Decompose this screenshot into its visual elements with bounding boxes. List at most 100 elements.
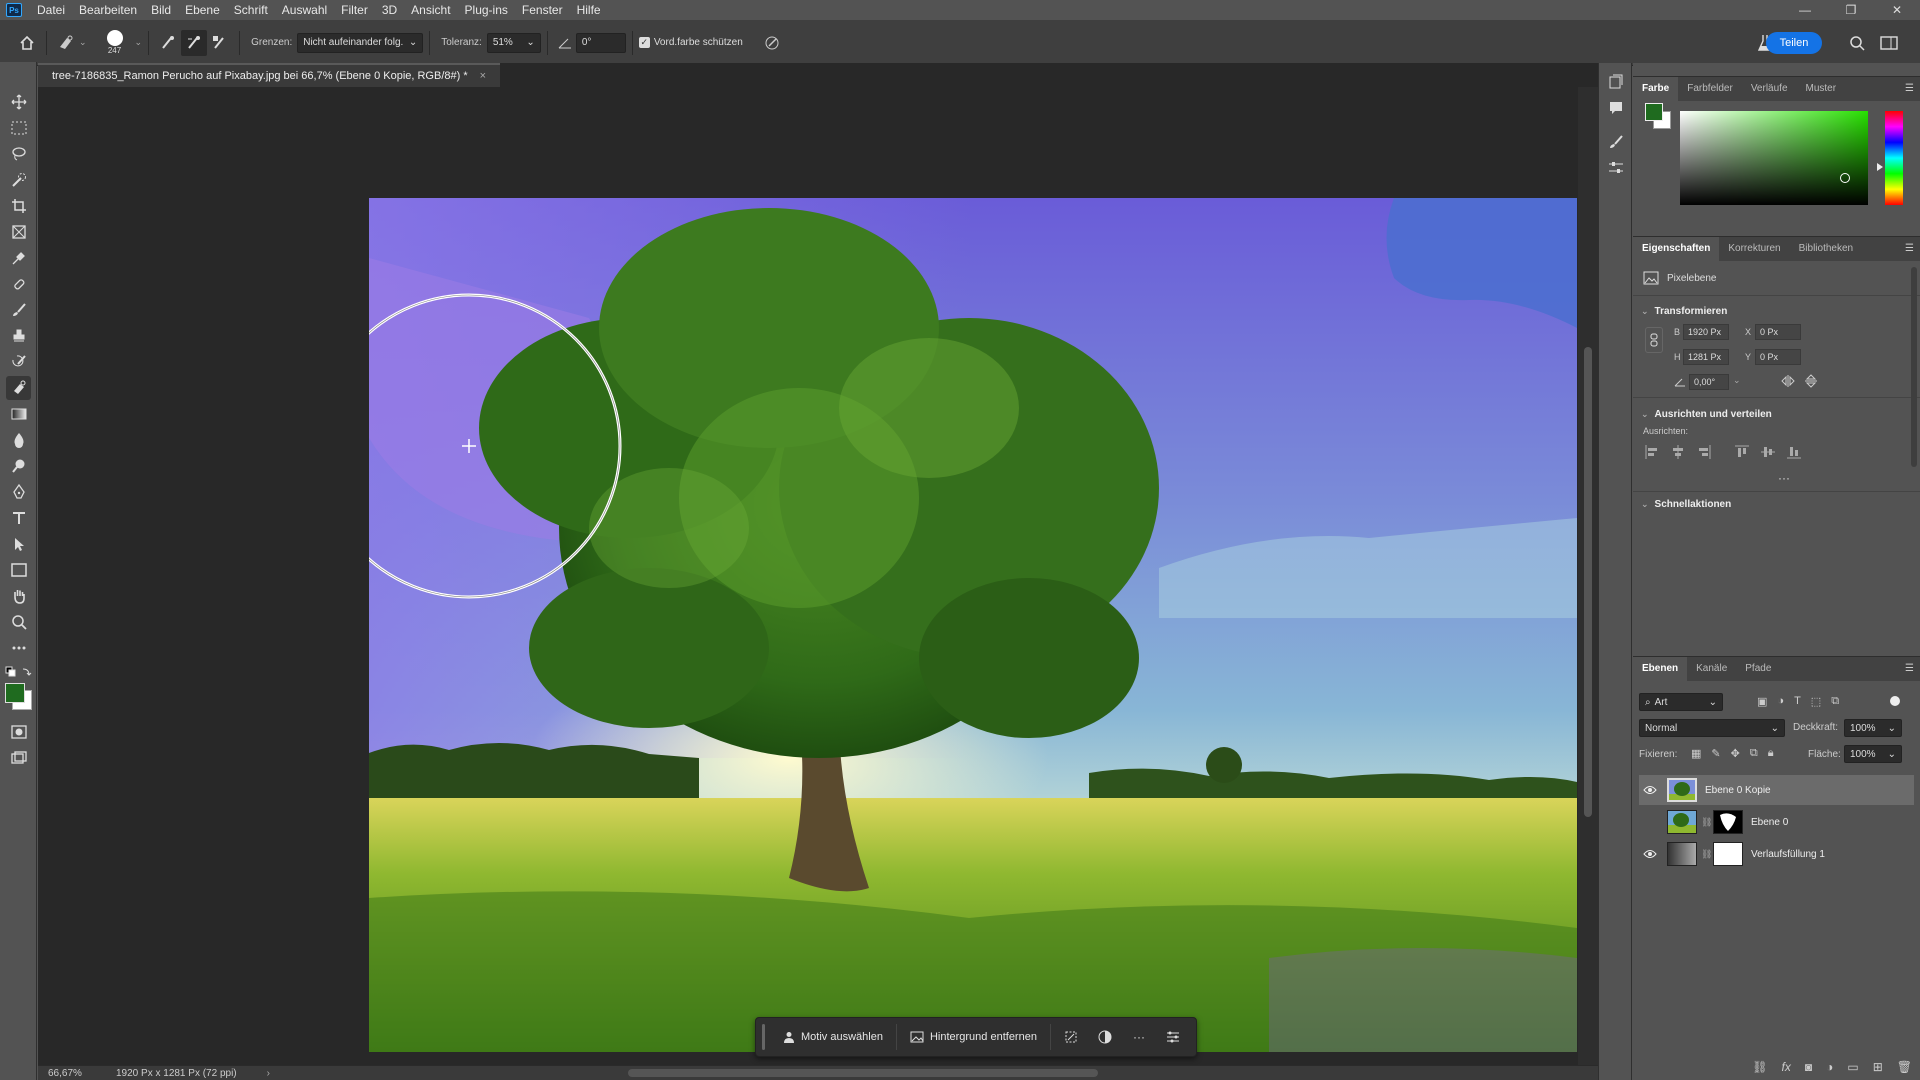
- frame-tool-icon[interactable]: [6, 220, 31, 244]
- flip-vertical-icon[interactable]: [1805, 374, 1817, 388]
- hand-tool-icon[interactable]: [6, 584, 31, 608]
- close-window-button[interactable]: ✕: [1874, 0, 1920, 20]
- rectangle-tool-icon[interactable]: [6, 558, 31, 582]
- menu-ansicht[interactable]: Ansicht: [404, 0, 457, 20]
- color-picker-handle[interactable]: [1840, 173, 1850, 183]
- history-icon[interactable]: [1605, 71, 1627, 93]
- foreground-color-swatch[interactable]: [5, 683, 25, 703]
- layer-name[interactable]: Ebene 0: [1751, 817, 1788, 828]
- panel-menu-icon[interactable]: ☰: [1905, 663, 1914, 674]
- hue-slider-handle[interactable]: [1877, 163, 1883, 171]
- tab-pfade[interactable]: Pfade: [1736, 657, 1780, 681]
- menu-bild[interactable]: Bild: [144, 0, 178, 20]
- new-adjustment-layer-icon[interactable]: ◑: [1826, 1060, 1833, 1074]
- layer-mask-thumbnail[interactable]: [1713, 810, 1743, 834]
- vertical-scrollbar[interactable]: [1578, 87, 1598, 1068]
- marquee-tool-icon[interactable]: [6, 116, 31, 140]
- pen-tool-icon[interactable]: [6, 480, 31, 504]
- color-fg-swatch[interactable]: [1645, 103, 1663, 121]
- link-layers-icon[interactable]: ⛓: [1752, 1060, 1767, 1074]
- eye-icon[interactable]: [1639, 849, 1661, 859]
- tab-kanaele[interactable]: Kanäle: [1687, 657, 1736, 681]
- layer-row-ebene-0[interactable]: ⛓ Ebene 0: [1639, 807, 1914, 837]
- tab-korrekturen[interactable]: Korrekturen: [1719, 237, 1789, 261]
- filter-toggle-icon[interactable]: [1890, 696, 1900, 706]
- mask-link-icon[interactable]: ⛓: [1701, 849, 1712, 860]
- document-tab[interactable]: tree-7186835_Ramon Perucho auf Pixabay.j…: [38, 63, 501, 87]
- sampling-continuous-icon[interactable]: [155, 30, 181, 56]
- limits-select[interactable]: Nicht aufeinander folg. ⌄: [297, 32, 424, 53]
- vertical-scroll-thumb[interactable]: [1584, 347, 1592, 817]
- restore-button[interactable]: ❐: [1828, 0, 1874, 20]
- menu-plugins[interactable]: Plug-ins: [458, 0, 515, 20]
- adjustment-icon[interactable]: [1088, 1023, 1122, 1051]
- brush-preset-picker[interactable]: 247: [95, 23, 135, 63]
- chevron-down-icon[interactable]: ⌄: [1733, 375, 1741, 386]
- add-mask-icon[interactable]: ◙: [1805, 1060, 1812, 1074]
- crop-tool-icon[interactable]: [6, 194, 31, 218]
- transform-icon[interactable]: [1054, 1023, 1088, 1051]
- healing-brush-tool-icon[interactable]: [6, 272, 31, 296]
- blur-tool-icon[interactable]: [6, 428, 31, 452]
- lasso-tool-icon[interactable]: [6, 142, 31, 166]
- tab-farbe[interactable]: Farbe: [1633, 77, 1679, 101]
- opacity-field[interactable]: 100% ⌄: [1844, 719, 1902, 737]
- properties-scrollbar[interactable]: [1911, 267, 1917, 467]
- lock-transparency-icon[interactable]: ▦: [1691, 747, 1701, 760]
- layer-mask-thumbnail[interactable]: [1713, 842, 1743, 866]
- tab-muster[interactable]: Muster: [1797, 77, 1846, 101]
- filter-smart-object-icon[interactable]: ⧉: [1831, 695, 1839, 708]
- minimize-button[interactable]: —: [1782, 0, 1828, 20]
- tolerance-field[interactable]: 51% ⌄: [486, 32, 541, 53]
- new-group-icon[interactable]: ▭: [1847, 1060, 1858, 1074]
- image-canvas[interactable]: [369, 198, 1577, 1052]
- type-tool-icon[interactable]: [6, 506, 31, 530]
- lock-pixels-icon[interactable]: ✎: [1711, 747, 1720, 760]
- home-icon[interactable]: [14, 30, 40, 56]
- path-selection-tool-icon[interactable]: [6, 532, 31, 556]
- background-eraser-tool-icon[interactable]: [53, 30, 79, 56]
- gradient-tool-icon[interactable]: [6, 402, 31, 426]
- tab-bibliotheken[interactable]: Bibliotheken: [1790, 237, 1862, 261]
- menu-auswahl[interactable]: Auswahl: [275, 0, 334, 20]
- dodge-tool-icon[interactable]: [6, 454, 31, 478]
- x-field[interactable]: 0 Px: [1755, 324, 1801, 340]
- lock-position-icon[interactable]: ✥: [1731, 747, 1740, 760]
- new-layer-icon[interactable]: ⊞: [1873, 1060, 1883, 1074]
- workspace-icon[interactable]: [1876, 30, 1902, 56]
- quick-actions-section-header[interactable]: ⌄ Schnellaktionen: [1633, 494, 1731, 514]
- adjustments-icon[interactable]: [1605, 157, 1627, 179]
- eye-icon[interactable]: [1639, 785, 1661, 795]
- delete-layer-icon[interactable]: 🗑︎: [1897, 1060, 1912, 1074]
- search-icon[interactable]: [1844, 30, 1870, 56]
- panel-menu-icon[interactable]: ☰: [1905, 243, 1914, 254]
- layer-name[interactable]: Verlaufsfüllung 1: [1751, 849, 1825, 860]
- link-dimensions-icon[interactable]: [1645, 327, 1663, 353]
- filter-adjustment-icon[interactable]: ◑: [1777, 695, 1784, 708]
- quick-selection-tool-icon[interactable]: [6, 168, 31, 192]
- angle-field[interactable]: 0°: [575, 32, 626, 53]
- background-eraser-tool-icon[interactable]: [6, 376, 31, 400]
- clone-stamp-tool-icon[interactable]: [6, 324, 31, 348]
- menu-schrift[interactable]: Schrift: [227, 0, 275, 20]
- protect-foreground-checkbox[interactable]: ✓ Vord.farbe schützen: [638, 37, 743, 48]
- menu-bearbeiten[interactable]: Bearbeiten: [72, 0, 144, 20]
- transform-section-header[interactable]: ⌄ Transformieren: [1633, 301, 1727, 321]
- brush-settings-icon[interactable]: [1605, 131, 1627, 153]
- share-button[interactable]: Teilen: [1766, 32, 1822, 54]
- fill-field[interactable]: 100% ⌄: [1844, 745, 1902, 763]
- mask-link-icon[interactable]: ⛓: [1701, 817, 1712, 828]
- tab-ebenen[interactable]: Ebenen: [1633, 657, 1688, 681]
- menu-ebene[interactable]: Ebene: [178, 0, 227, 20]
- remove-background-button[interactable]: Hintergrund entfernen: [900, 1023, 1047, 1051]
- height-field[interactable]: 1281 Px: [1683, 349, 1729, 365]
- sampling-once-icon[interactable]: [181, 29, 208, 56]
- width-field[interactable]: 1920 Px: [1683, 324, 1729, 340]
- select-subject-button[interactable]: Motiv auswählen: [773, 1023, 893, 1051]
- quick-mask-icon[interactable]: [6, 720, 31, 744]
- menu-filter[interactable]: Filter: [334, 0, 375, 20]
- history-brush-tool-icon[interactable]: [6, 350, 31, 374]
- layer-row-verlaufsfuellung-1[interactable]: ⛓ Verlaufsfüllung 1: [1639, 839, 1914, 869]
- layer-row-ebene-0-kopie[interactable]: Ebene 0 Kopie: [1639, 775, 1914, 805]
- menu-datei[interactable]: Datei: [30, 0, 72, 20]
